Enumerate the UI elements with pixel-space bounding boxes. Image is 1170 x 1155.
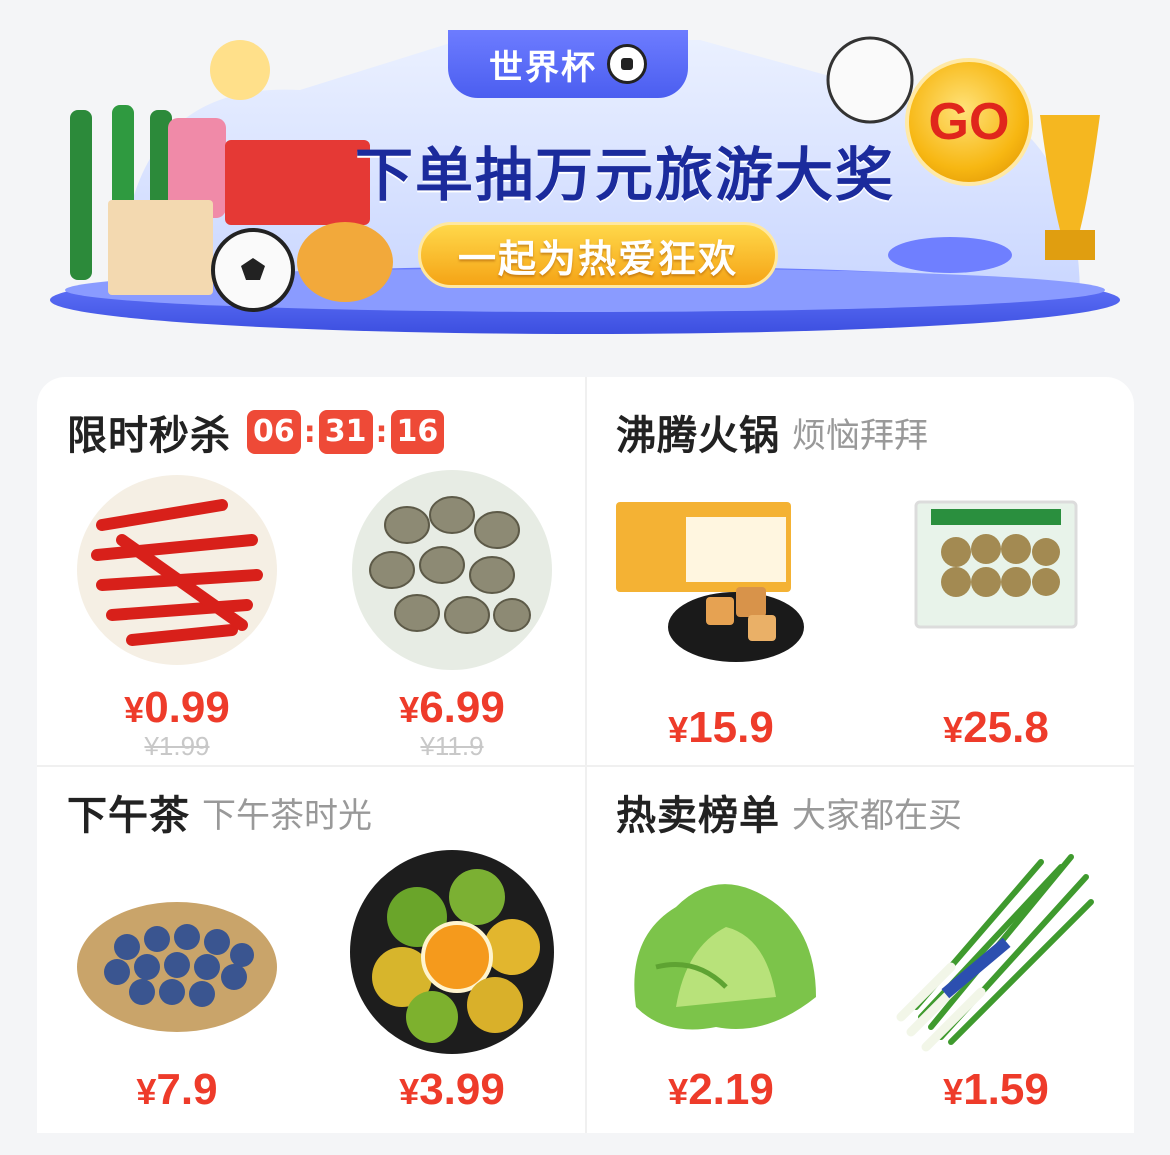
product-price: ¥15.9 (668, 703, 774, 752)
product-card[interactable]: ¥6.99 ¥11.9 (322, 465, 582, 759)
beef-balls-image (891, 487, 1101, 677)
section-afternoon-tea[interactable]: 下午茶 下午茶时光 ¥7.9 ¥3.99 (37, 767, 585, 1155)
fish-tofu-image (616, 487, 826, 677)
product-card[interactable]: ¥25.8 (866, 487, 1126, 753)
timer-hours: 06 (247, 410, 301, 454)
world-cup-banner[interactable]: 世界杯 下单抽万元旅游大奖 一起为热爱狂欢 GO (0, 0, 1170, 360)
soccer-ball-icon (607, 44, 647, 84)
banner-tag: 世界杯 (448, 30, 688, 98)
product-price: ¥25.8 (943, 703, 1049, 752)
section-subtitle: 下午茶时光 (202, 795, 372, 836)
section-best-sellers[interactable]: 热卖榜单 大家都在买 ¥2.19 ¥1.59 (586, 767, 1134, 1155)
original-price: ¥1.99 (144, 731, 210, 761)
soccer-ball-icon (826, 36, 914, 124)
section-subtitle: 大家都在买 (792, 795, 962, 836)
blueberries-image (72, 847, 282, 1057)
red-chili-image (72, 465, 282, 675)
countdown-timer: 06 : 31 : 16 (247, 410, 445, 454)
banner-tag-label: 世界杯 (489, 47, 597, 88)
clams-image (347, 465, 557, 675)
snack-box-icon (108, 200, 213, 295)
product-card[interactable]: ¥2.19 (591, 847, 851, 1115)
product-card[interactable]: ¥1.59 (866, 847, 1126, 1115)
product-card[interactable]: ¥3.99 (322, 847, 582, 1115)
section-title: 热卖榜单 (616, 793, 780, 839)
product-card[interactable]: ¥0.99 ¥1.99 (47, 465, 307, 759)
original-price: ¥11.9 (420, 731, 484, 761)
podium-icon (888, 237, 1012, 273)
product-price: ¥6.99 (399, 683, 505, 732)
banner-headline: 下单抽万元旅游大奖 (355, 141, 896, 209)
section-title: 下午茶 (67, 793, 190, 839)
product-price: ¥0.99 (124, 683, 230, 732)
beer-bottle-icon (70, 110, 92, 280)
timer-seconds: 16 (390, 410, 445, 454)
beer-foam-icon (210, 40, 270, 100)
product-price: ¥1.59 (943, 1065, 1049, 1114)
product-price: ¥7.9 (136, 1065, 218, 1114)
noodle-bowl-icon (297, 222, 393, 302)
timer-minutes: 31 (318, 410, 373, 454)
noodle-pack-icon (225, 140, 370, 225)
lettuce-image (616, 847, 826, 1057)
product-price: ¥2.19 (668, 1065, 774, 1114)
section-hotpot[interactable]: 沸腾火锅 烦恼拜拜 ¥15.9 ¥25.8 (586, 377, 1134, 765)
banner-subline: 一起为热爱狂欢 (418, 222, 778, 288)
section-title: 沸腾火锅 (616, 413, 780, 459)
oranges-image (347, 847, 557, 1057)
section-flash-sale[interactable]: 限时秒杀 06 : 31 : 16 ¥0.99 ¥1.99 ¥6.99 ¥11.… (37, 377, 585, 765)
scallions-image (891, 847, 1101, 1057)
go-button[interactable]: GO (905, 58, 1033, 186)
product-card[interactable]: ¥15.9 (591, 487, 851, 753)
section-title: 限时秒杀 (67, 413, 231, 459)
product-price: ¥3.99 (399, 1065, 505, 1114)
product-card[interactable]: ¥7.9 (47, 847, 307, 1115)
promo-card: 限时秒杀 06 : 31 : 16 ¥0.99 ¥1.99 ¥6.99 ¥11.… (37, 377, 1134, 1133)
section-subtitle: 烦恼拜拜 (792, 415, 928, 456)
